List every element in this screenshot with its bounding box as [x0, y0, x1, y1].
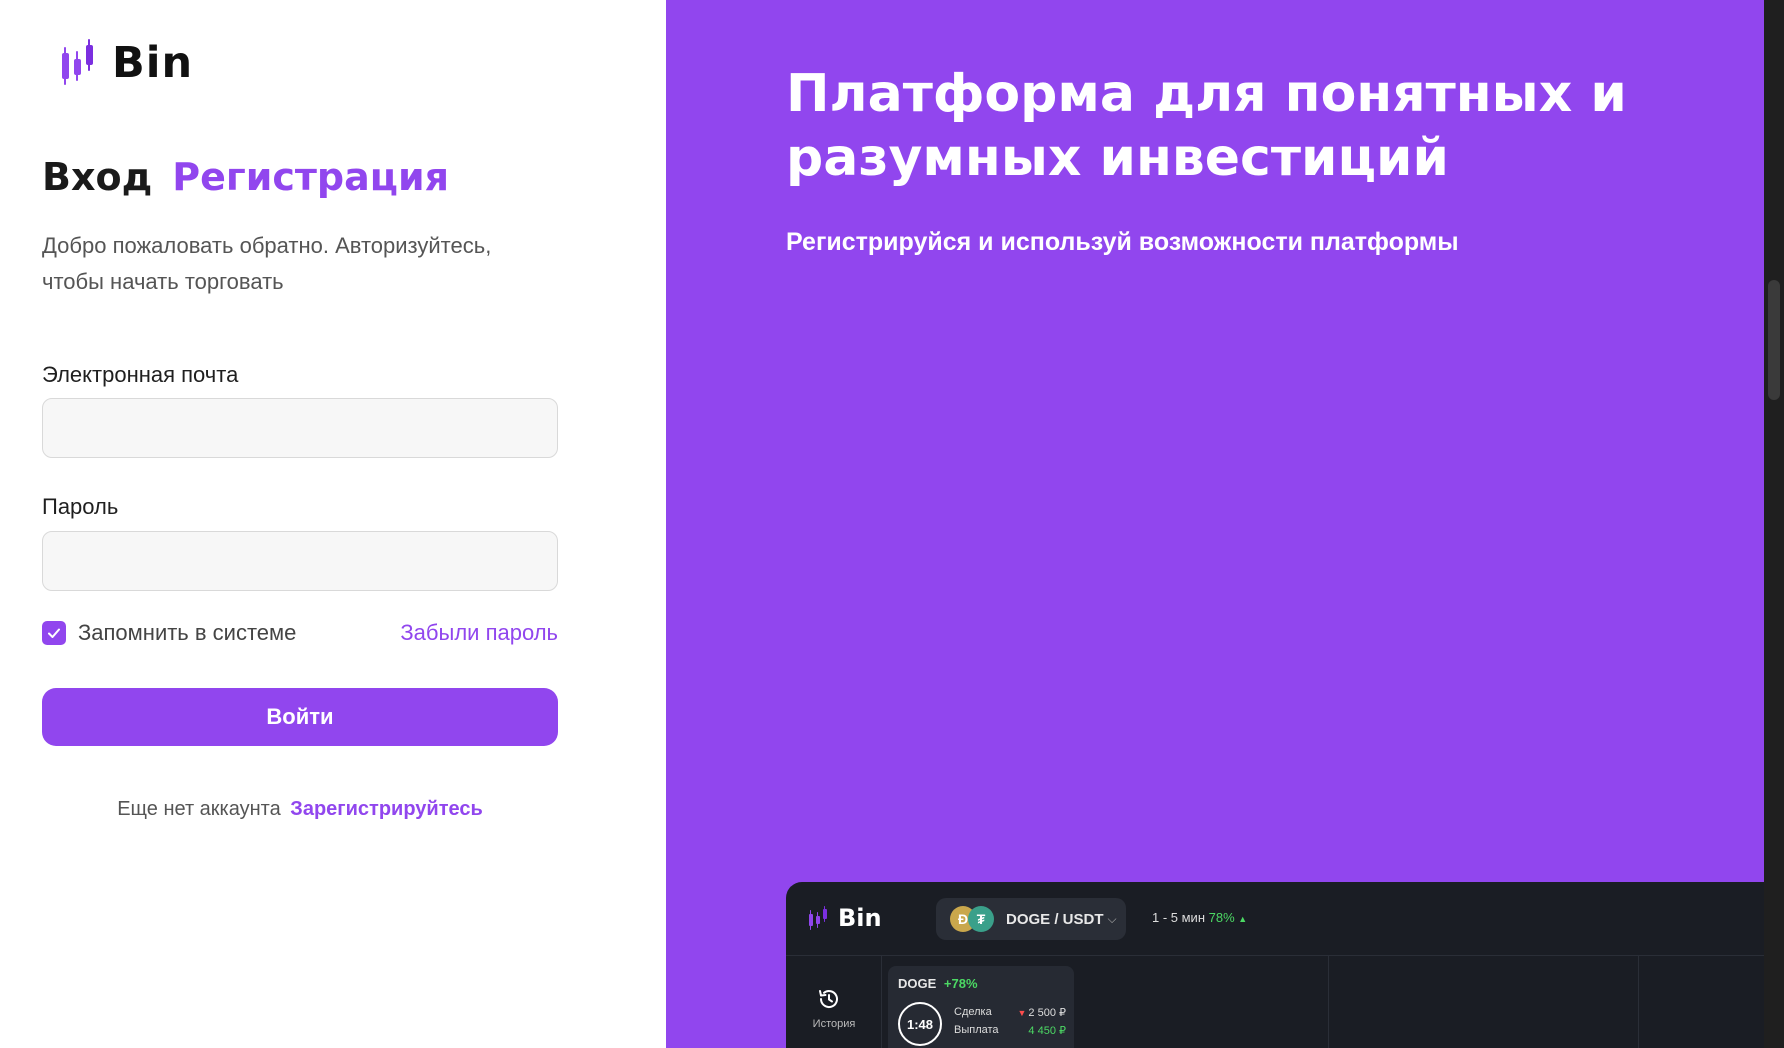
preview-brand-name: Bin — [838, 904, 882, 932]
email-label: Электронная почта — [42, 362, 239, 387]
checkmark-icon — [48, 628, 60, 638]
auth-tabs: Вход Регистрация — [42, 155, 449, 199]
brand-name: Bin — [112, 38, 194, 88]
payout-value: 4 450 ₽ — [1028, 1025, 1066, 1037]
login-panel: Bin Вход Регистрация Добро пожаловать об… — [0, 0, 666, 1048]
promo-subtitle: Регистрируйся и используй возможности пл… — [786, 228, 1459, 256]
preview-logo: Bin — [808, 904, 882, 932]
card-asset: DOGE — [898, 976, 937, 991]
remember-checkbox[interactable] — [42, 621, 66, 645]
deal-value-wrap: ▼ 2 500 ₽ — [1017, 1006, 1066, 1019]
payout-label: Выплата — [954, 1024, 999, 1036]
welcome-text: Добро пожаловать обратно. Авторизуйтесь,… — [42, 233, 492, 294]
window-scrollbar[interactable] — [1764, 0, 1784, 1048]
history-icon — [819, 990, 838, 1008]
scrollbar-thumb[interactable] — [1768, 280, 1780, 400]
history-label: История — [812, 1018, 856, 1030]
promo-panel: Платформа для понятных и разумных инвест… — [666, 0, 1764, 1048]
brand-logo[interactable]: Bin — [60, 38, 193, 88]
password-label: Пароль — [42, 494, 119, 519]
range-label: 1 - 5 мин — [1152, 910, 1206, 925]
deal-label: Сделка — [954, 1006, 992, 1018]
chevron-down-icon: ⌵ — [1107, 911, 1117, 926]
pair-selector: Ð ₮ DOGE / USDT ⌵ — [936, 898, 1126, 940]
chart-grid-line — [1638, 956, 1639, 1048]
candlestick-logo-icon — [60, 39, 102, 87]
login-button[interactable]: Войти — [42, 688, 558, 746]
deal-row: Сделка ▼ 2 500 ₽ — [954, 1006, 1066, 1019]
arrow-up-icon: ▲ — [1238, 914, 1248, 924]
chart-grid-line — [1328, 956, 1329, 1048]
candlestick-logo-icon — [808, 906, 830, 930]
platform-preview: Bin Ð ₮ DOGE / USDT ⌵ 1 - 5 мин 78% ▲ Ис… — [786, 882, 1764, 1048]
trade-card-title: DOGE +78% — [898, 976, 978, 991]
range-percent: 78% — [1208, 910, 1235, 925]
tab-login[interactable]: Вход — [42, 155, 152, 199]
preview-header: Bin Ð ₮ DOGE / USDT ⌵ 1 - 5 мин 78% ▲ — [786, 882, 1764, 956]
card-change: +78% — [943, 976, 978, 991]
forgot-password-link[interactable]: Забыли пароль — [400, 620, 558, 646]
preview-sidebar: История — [786, 956, 882, 1048]
signup-row: Еще нет аккаунта Зарегистрируйтесь — [42, 798, 558, 821]
tab-register[interactable]: Регистрация — [172, 155, 449, 199]
time-range: 1 - 5 мин 78% ▲ — [1152, 910, 1247, 925]
password-input[interactable] — [42, 531, 558, 591]
arrow-down-icon: ▼ — [1017, 1008, 1027, 1018]
trade-timer: 1:48 — [898, 1002, 942, 1046]
signup-link[interactable]: Зарегистрируйтесь — [290, 798, 483, 820]
promo-title: Платформа для понятных и разумных инвест… — [786, 64, 1627, 188]
trade-card: DOGE +78% 1:48 Сделка ▼ 2 500 ₽ Выплата 4… — [888, 966, 1074, 1048]
payout-row: Выплата 4 450 ₽ — [954, 1024, 1066, 1037]
remember-me[interactable]: Запомнить в системе — [42, 620, 296, 646]
remember-label: Запомнить в системе — [78, 620, 297, 645]
email-input[interactable] — [42, 398, 558, 458]
pair-label: DOGE / USDT — [1006, 910, 1104, 928]
usdt-coin-icon: ₮ — [968, 906, 994, 932]
no-account-text: Еще нет аккаунта — [117, 798, 281, 820]
deal-value: 2 500 ₽ — [1028, 1007, 1066, 1019]
